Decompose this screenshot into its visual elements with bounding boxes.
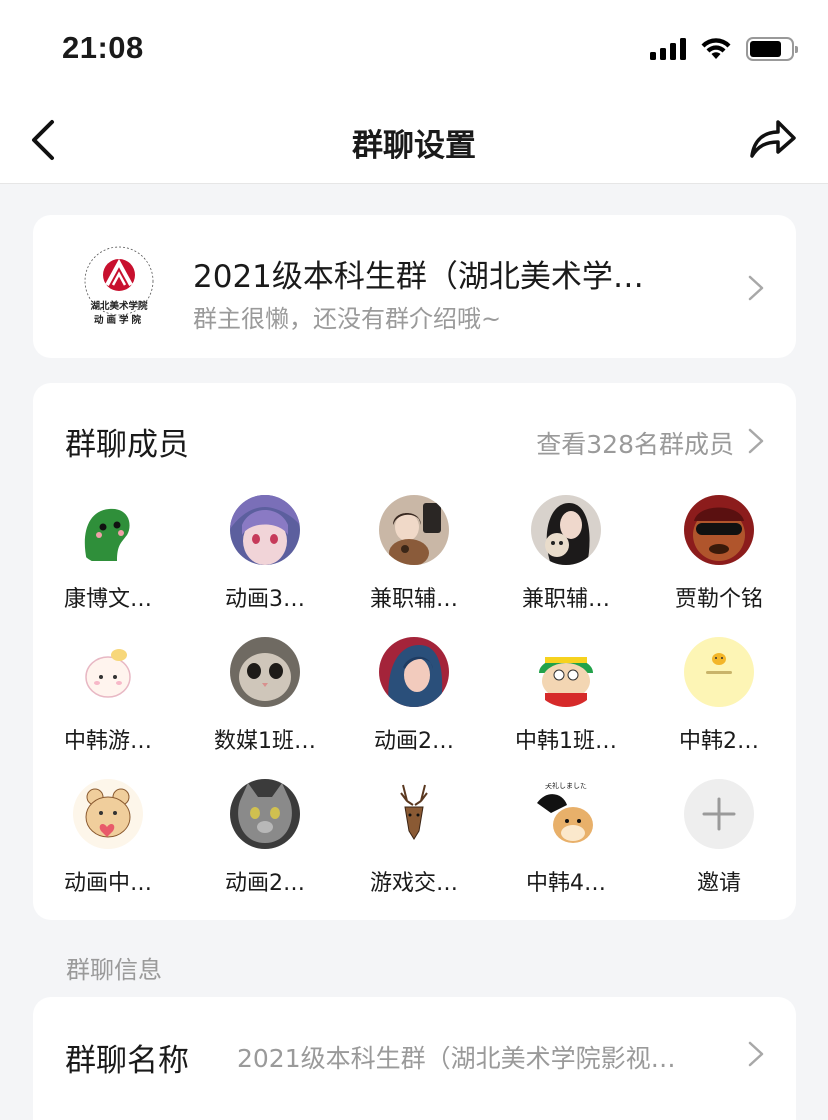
chevron-right-icon: [748, 1041, 764, 1067]
group-logo-avatar: 湖北美术学院 动画学院: [84, 246, 154, 326]
member-item[interactable]: 动画2…: [344, 637, 484, 757]
chevron-right-icon[interactable]: [746, 426, 766, 456]
member-item[interactable]: 中韩游…: [38, 637, 178, 757]
member-item[interactable]: 康博文…: [38, 495, 178, 615]
group-description: 群主很懒，还没有群介绍哦~: [193, 305, 502, 333]
cellular-signal-icon: [650, 38, 686, 60]
group-profile-card[interactable]: 湖北美术学院 动画学院 2021级本科生群（湖北美术学… 群主很懒，还没有群介绍…: [33, 215, 796, 358]
member-item[interactable]: 动画2…: [195, 779, 335, 899]
members-title: 群聊成员: [65, 427, 189, 463]
member-item[interactable]: 动画中…: [38, 779, 178, 899]
member-item[interactable]: 兼职辅…: [344, 495, 484, 615]
member-item[interactable]: 动画3…: [195, 495, 335, 615]
battery-icon: [746, 37, 798, 61]
cat-avatar-icon: [230, 637, 300, 707]
group-name: 2021级本科生群（湖北美术学…: [193, 259, 644, 295]
invite-member-button[interactable]: 邀请: [649, 779, 789, 899]
member-name: 游戏交…: [369, 871, 458, 896]
member-name: 动画2…: [374, 729, 454, 754]
logo-text-line1: 湖北美术学院: [90, 300, 148, 312]
invite-label: 邀请: [696, 871, 741, 896]
share-icon[interactable]: [748, 116, 798, 162]
anime-girl-avatar-icon: [230, 495, 300, 565]
cute-bunny-avatar-icon: [73, 637, 143, 707]
group-name-label: 群聊名称: [65, 1043, 189, 1079]
chevron-right-icon: [748, 275, 764, 301]
logo-text-line2: 动画学院: [94, 314, 144, 326]
view-all-members-link[interactable]: 查看328名群成员: [536, 425, 734, 461]
section-label-group-info: 群聊信息: [66, 956, 162, 984]
member-item[interactable]: 失礼しました 中韩4…: [496, 779, 636, 899]
status-bar: 21:08: [0, 0, 828, 96]
cartoon-face-avatar-icon: [684, 495, 754, 565]
member-name: 贾勒个铭: [674, 587, 763, 612]
member-name: 动画2…: [225, 871, 305, 896]
deer-avatar-icon: [379, 779, 449, 849]
member-name: 中韩2…: [679, 729, 759, 754]
doge-avatar-icon: 失礼しました: [531, 779, 601, 849]
member-name: 动画中…: [63, 871, 152, 896]
member-name: 数媒1班…: [214, 729, 316, 754]
member-item[interactable]: 游戏交…: [344, 779, 484, 899]
group-name-value: 2021级本科生群（湖北美术学院影视…: [237, 1044, 676, 1073]
photo-avatar-icon: [531, 495, 601, 565]
group-name-row[interactable]: 群聊名称 2021级本科生群（湖北美术学院影视…: [33, 997, 796, 1120]
anime-girl-avatar-icon: [379, 637, 449, 707]
green-dino-avatar-icon: [73, 495, 143, 565]
member-name: 中韩1班…: [515, 729, 617, 754]
member-name: 康博文…: [63, 587, 152, 612]
photo-avatar-icon: [379, 495, 449, 565]
member-name: 兼职辅…: [521, 587, 610, 612]
member-item[interactable]: 中韩2…: [649, 637, 789, 757]
status-icons: [650, 34, 798, 64]
status-time: 21:08: [62, 30, 144, 65]
member-item[interactable]: 贾勒个铭: [649, 495, 789, 615]
cartman-avatar-icon: [531, 637, 601, 707]
member-name: 中韩游…: [63, 729, 152, 754]
gray-cat-avatar-icon: [230, 779, 300, 849]
member-name: 兼职辅…: [369, 587, 458, 612]
member-name: 动画3…: [225, 587, 305, 612]
nav-bar: 群聊设置: [0, 96, 828, 184]
member-item[interactable]: 数媒1班…: [195, 637, 335, 757]
doge-caption: 失礼しました: [545, 781, 587, 790]
page-title: 群聊设置: [352, 128, 476, 164]
plus-icon: [684, 779, 754, 849]
member-name: 中韩4…: [526, 871, 606, 896]
teddy-bear-avatar-icon: [73, 779, 143, 849]
wifi-icon: [701, 38, 731, 59]
members-card: 群聊成员 查看328名群成员 康博文… 动画3… 兼职辅… 兼职辅… 贾勒个铭 …: [33, 383, 796, 920]
yellow-chick-avatar-icon: [684, 637, 754, 707]
member-item[interactable]: 兼职辅…: [496, 495, 636, 615]
member-item[interactable]: 中韩1班…: [496, 637, 636, 757]
